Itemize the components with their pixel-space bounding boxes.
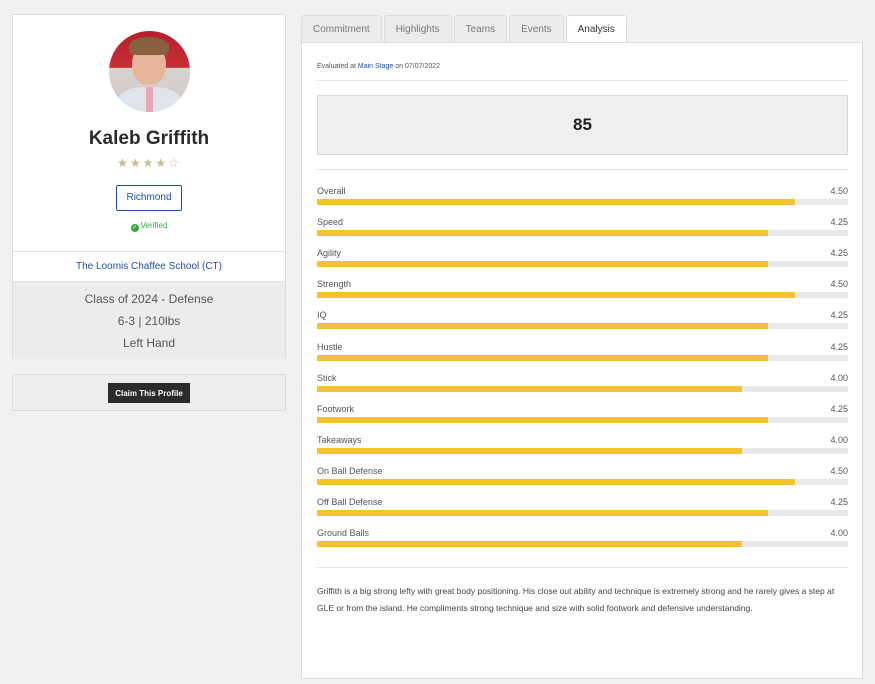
metric-value: 4.00 — [830, 372, 848, 383]
team-button[interactable]: Richmond — [116, 185, 182, 211]
metric-bar-fill — [317, 199, 795, 205]
metric-label: On Ball Defense — [317, 465, 383, 476]
eval-date: 07/07/2022 — [405, 63, 441, 70]
metric-label: Agility — [317, 248, 342, 259]
eval-on: on — [395, 63, 404, 70]
tab-highlights[interactable]: Highlights — [383, 15, 452, 43]
metric-bar-track — [317, 541, 848, 548]
divider — [317, 80, 848, 81]
metric-row: Strength 4.50 — [317, 279, 848, 305]
metric-row: Overall 4.50 — [317, 186, 848, 212]
metric-bar-fill — [317, 323, 769, 330]
metric-value: 4.25 — [830, 217, 848, 228]
star-rating: ★★★★☆ — [13, 156, 285, 170]
metric-row: Footwork 4.25 — [317, 404, 848, 430]
metric-label: Takeaways — [317, 434, 362, 445]
metric-label: Overall — [317, 186, 346, 196]
metric-value: 4.50 — [830, 465, 848, 476]
overall-score: 85 — [317, 95, 848, 155]
metric-value: 4.25 — [830, 403, 848, 414]
metric-bar-fill — [317, 416, 769, 423]
school-row: The Loomis Chaffee School (CT) — [13, 251, 285, 282]
class-position: Class of 2024 - Defense — [84, 292, 214, 306]
metric-row: IQ 4.25 — [317, 310, 848, 336]
metric-label: Strength — [317, 279, 352, 290]
verified-label: Verified — [140, 221, 168, 230]
metric-row: Takeaways 4.00 — [317, 435, 848, 461]
metric-bar-fill — [317, 292, 795, 299]
metric-value: 4.50 — [830, 186, 848, 196]
metric-label: Stick — [317, 372, 337, 383]
tab-analysis[interactable]: Analysis — [565, 15, 627, 44]
divider — [317, 169, 848, 170]
tab-events[interactable]: Events — [509, 15, 564, 43]
divider — [317, 567, 848, 568]
metric-value: 4.25 — [830, 248, 848, 259]
player-name: Kaleb Griffith — [88, 128, 210, 149]
metric-value: 4.25 — [830, 497, 848, 507]
metric-bar-fill — [317, 478, 795, 485]
tab-teams[interactable]: Teams — [453, 15, 508, 43]
metric-row: Off Ball Defense 4.25 — [317, 497, 848, 523]
check-icon: ✓ — [130, 224, 139, 232]
metric-row: Stick 4.00 — [317, 373, 848, 399]
metric-bar-fill — [317, 230, 769, 237]
metric-bar-fill — [317, 541, 742, 548]
metric-bar-track — [317, 447, 848, 454]
player-details: Class of 2024 - Defense 6-3 | 210lbs Lef… — [13, 282, 285, 359]
metric-bar-track — [317, 230, 848, 237]
eval-prefix: Evaluated at — [317, 63, 356, 70]
metric-bar-fill — [317, 447, 742, 454]
tab-bar: Commitment Highlights Teams Events Analy… — [301, 15, 629, 44]
evaluation-info: Evaluated at Main Stage on 07/07/2022 — [317, 63, 440, 70]
profile-card: Kaleb Griffith ★★★★☆ Richmond ✓ Verified … — [12, 14, 286, 359]
avatar — [109, 31, 190, 112]
metric-bar-track — [317, 385, 848, 392]
metric-value: 4.25 — [830, 310, 848, 321]
metric-bar-track — [317, 323, 848, 330]
metric-value: 4.50 — [830, 279, 848, 290]
metric-bar-track — [317, 354, 848, 361]
metric-value: 4.00 — [830, 528, 848, 539]
verified-badge: ✓ Verified — [13, 221, 285, 232]
metric-row: Agility 4.25 — [317, 248, 848, 274]
metric-bar-fill — [317, 261, 769, 268]
metric-label: Hustle — [317, 341, 343, 352]
eval-event-link[interactable]: Main Stage — [358, 63, 393, 70]
height-weight: 6-3 | 210lbs — [117, 314, 181, 328]
claim-profile-button[interactable]: Claim This Profile — [108, 383, 190, 403]
metric-row: Hustle 4.25 — [317, 342, 848, 368]
metric-label: Speed — [317, 217, 344, 228]
metric-row: Speed 4.25 — [317, 217, 848, 243]
metric-row: Ground Balls 4.00 — [317, 528, 848, 554]
claim-card: Claim This Profile — [12, 374, 286, 411]
metric-bar-track — [317, 199, 848, 205]
metric-bar-fill — [317, 354, 769, 361]
metric-bar-track — [317, 292, 848, 299]
metric-bar-track — [317, 510, 848, 516]
metric-value: 4.25 — [830, 341, 848, 352]
metric-bar-track — [317, 261, 848, 268]
metric-label: Footwork — [317, 403, 355, 414]
metric-label: Ground Balls — [317, 528, 370, 539]
evaluation-notes: Griffith is a big strong lefty with grea… — [317, 586, 835, 613]
analysis-panel: Evaluated at Main Stage on 07/07/2022 85… — [301, 42, 863, 679]
metric-bar-fill — [317, 510, 769, 516]
metric-label: Off Ball Defense — [317, 497, 383, 507]
metric-label: IQ — [317, 310, 327, 321]
empty-star-icon: ☆ — [168, 156, 181, 170]
handedness: Left Hand — [122, 336, 176, 350]
school-link[interactable]: The Loomis Chaffee School (CT) — [76, 261, 222, 272]
metric-value: 4.00 — [830, 434, 848, 445]
metric-row: On Ball Defense 4.50 — [317, 466, 848, 492]
metric-bar-track — [317, 416, 848, 423]
metric-bar-fill — [317, 385, 742, 392]
filled-stars-icon: ★★★★ — [117, 156, 169, 170]
tab-commitment[interactable]: Commitment — [301, 15, 382, 43]
metric-bar-track — [317, 478, 848, 485]
